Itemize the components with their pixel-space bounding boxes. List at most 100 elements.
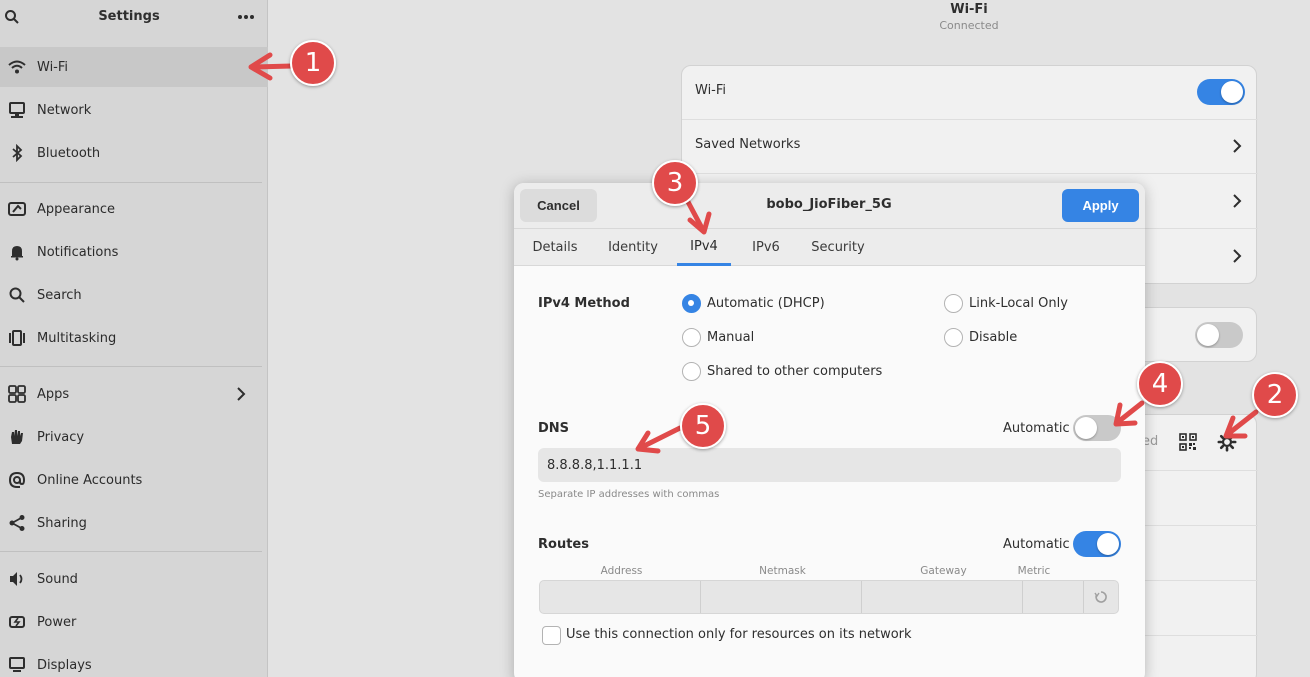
dns-input[interactable] <box>538 448 1121 482</box>
radio-indicator <box>944 294 963 313</box>
multitasking-icon <box>8 329 26 347</box>
route-gateway-input[interactable] <box>862 581 1023 613</box>
delete-route-icon[interactable] <box>1094 590 1108 604</box>
wifi-row-label: Wi-Fi <box>695 83 727 98</box>
sidebar-item-label: Bluetooth <box>37 145 101 161</box>
sidebar-item-power[interactable]: Power <box>0 602 268 642</box>
radio-link-local[interactable]: Link-Local Only <box>944 294 1068 313</box>
sidebar-item-label: Sharing <box>37 515 87 531</box>
page-title: Wi-Fi <box>950 2 988 17</box>
share-icon <box>8 514 26 532</box>
saved-networks-row[interactable]: Saved Networks <box>682 120 1258 174</box>
display-icon <box>8 656 26 674</box>
only-resources-checkbox[interactable] <box>542 626 561 645</box>
annotation-badge-5: 5 <box>680 403 726 449</box>
cancel-button[interactable]: Cancel <box>520 189 597 222</box>
radio-manual[interactable]: Manual <box>682 328 754 347</box>
apply-button[interactable]: Apply <box>1062 189 1139 222</box>
sidebar-item-sharing[interactable]: Sharing <box>0 503 268 543</box>
dialog-tabs: Details Identity IPv4 IPv6 Security <box>514 229 1145 266</box>
sidebar-item-apps[interactable]: Apps <box>0 374 268 414</box>
radio-indicator <box>944 328 963 347</box>
annotation-badge-2: 2 <box>1252 372 1298 418</box>
speaker-icon <box>8 570 26 588</box>
sidebar-item-wifi[interactable]: Wi-Fi <box>0 47 268 87</box>
gear-icon[interactable] <box>1217 432 1237 452</box>
sidebar: Settings Wi-Fi Network Bluetooth Appeara… <box>0 0 268 677</box>
radio-indicator <box>682 328 701 347</box>
routes-automatic-toggle[interactable] <box>1073 531 1121 557</box>
sidebar-divider <box>0 366 262 367</box>
only-resources-label: Use this connection only for resources o… <box>566 627 912 642</box>
tab-ipv6[interactable]: IPv6 <box>745 229 787 266</box>
sidebar-item-label: Sound <box>37 571 78 587</box>
dns-hint: Separate IP addresses with commas <box>538 489 720 500</box>
dns-automatic-toggle[interactable] <box>1073 415 1121 441</box>
sidebar-item-multitasking[interactable]: Multitasking <box>0 318 268 358</box>
sidebar-item-label: Power <box>37 614 77 630</box>
radio-label: Shared to other computers <box>707 364 883 379</box>
chevron-right-icon <box>1233 139 1242 153</box>
sidebar-item-bluetooth[interactable]: Bluetooth <box>0 133 268 173</box>
route-address-input[interactable] <box>540 581 701 613</box>
sidebar-item-label: Displays <box>37 657 92 673</box>
route-entry-row <box>539 580 1119 614</box>
annotation-badge-4: 4 <box>1137 361 1183 407</box>
tab-details[interactable]: Details <box>528 229 582 266</box>
radio-automatic-dhcp[interactable]: Automatic (DHCP) <box>682 294 825 313</box>
radio-disable[interactable]: Disable <box>944 328 1017 347</box>
wifi-toggle-row: Wi-Fi <box>682 66 1258 120</box>
sidebar-header: Settings <box>0 0 268 36</box>
radio-label: Automatic (DHCP) <box>707 296 825 311</box>
route-netmask-input[interactable] <box>701 581 862 613</box>
sidebar-divider <box>0 551 262 552</box>
sidebar-item-sound[interactable]: Sound <box>0 559 268 599</box>
wifi-icon <box>8 58 26 76</box>
ipv4-method-label: IPv4 Method <box>538 296 630 311</box>
sidebar-title: Settings <box>98 9 160 24</box>
annotation-badge-3: 3 <box>652 160 698 206</box>
search-icon <box>8 286 26 304</box>
column-header-metric: Metric <box>1017 565 1051 577</box>
radio-label: Disable <box>969 330 1018 345</box>
sidebar-item-notifications[interactable]: Notifications <box>0 232 268 272</box>
routes-automatic-label: Automatic <box>1003 537 1070 552</box>
route-metric-input[interactable] <box>1023 581 1084 613</box>
annotation-badge-1: 1 <box>290 40 336 86</box>
sidebar-item-appearance[interactable]: Appearance <box>0 189 268 229</box>
power-icon <box>8 613 26 631</box>
wifi-toggle[interactable] <box>1197 79 1245 105</box>
chevron-right-icon <box>237 387 246 401</box>
sidebar-item-label: Search <box>37 287 82 303</box>
dialog-title: bobo_JioFiber_5G <box>766 197 892 212</box>
dns-label: DNS <box>538 421 570 436</box>
tab-identity[interactable]: Identity <box>602 229 664 266</box>
sidebar-item-network[interactable]: Network <box>0 90 268 130</box>
network-icon <box>8 101 26 119</box>
chevron-right-icon <box>1233 249 1242 263</box>
sidebar-item-privacy[interactable]: Privacy <box>0 417 268 457</box>
saved-networks-label: Saved Networks <box>695 137 801 152</box>
dns-automatic-label: Automatic <box>1003 421 1070 436</box>
dialog-header: Cancel bobo_JioFiber_5G Apply <box>514 183 1145 229</box>
sidebar-item-label: Apps <box>37 386 70 402</box>
at-icon <box>8 471 26 489</box>
tab-ipv4[interactable]: IPv4 <box>677 229 731 266</box>
bluetooth-icon <box>8 144 26 162</box>
more-menu-icon[interactable] <box>236 9 256 25</box>
sidebar-item-label: Wi-Fi <box>37 59 69 75</box>
sidebar-item-label: Network <box>37 102 92 118</box>
sidebar-item-displays[interactable]: Displays <box>0 645 268 677</box>
sidebar-divider <box>0 182 262 183</box>
chevron-right-icon <box>1233 194 1242 208</box>
appearance-icon <box>8 200 26 218</box>
sidebar-item-online-accounts[interactable]: Online Accounts <box>0 460 268 500</box>
sidebar-item-search[interactable]: Search <box>0 275 268 315</box>
radio-indicator <box>682 362 701 381</box>
routes-label: Routes <box>538 537 589 552</box>
column-header-netmask: Netmask <box>759 565 806 577</box>
tab-security[interactable]: Security <box>806 229 870 266</box>
radio-shared[interactable]: Shared to other computers <box>682 362 882 381</box>
hotspot-toggle[interactable] <box>1195 322 1243 348</box>
qr-code-icon[interactable] <box>1179 433 1197 451</box>
